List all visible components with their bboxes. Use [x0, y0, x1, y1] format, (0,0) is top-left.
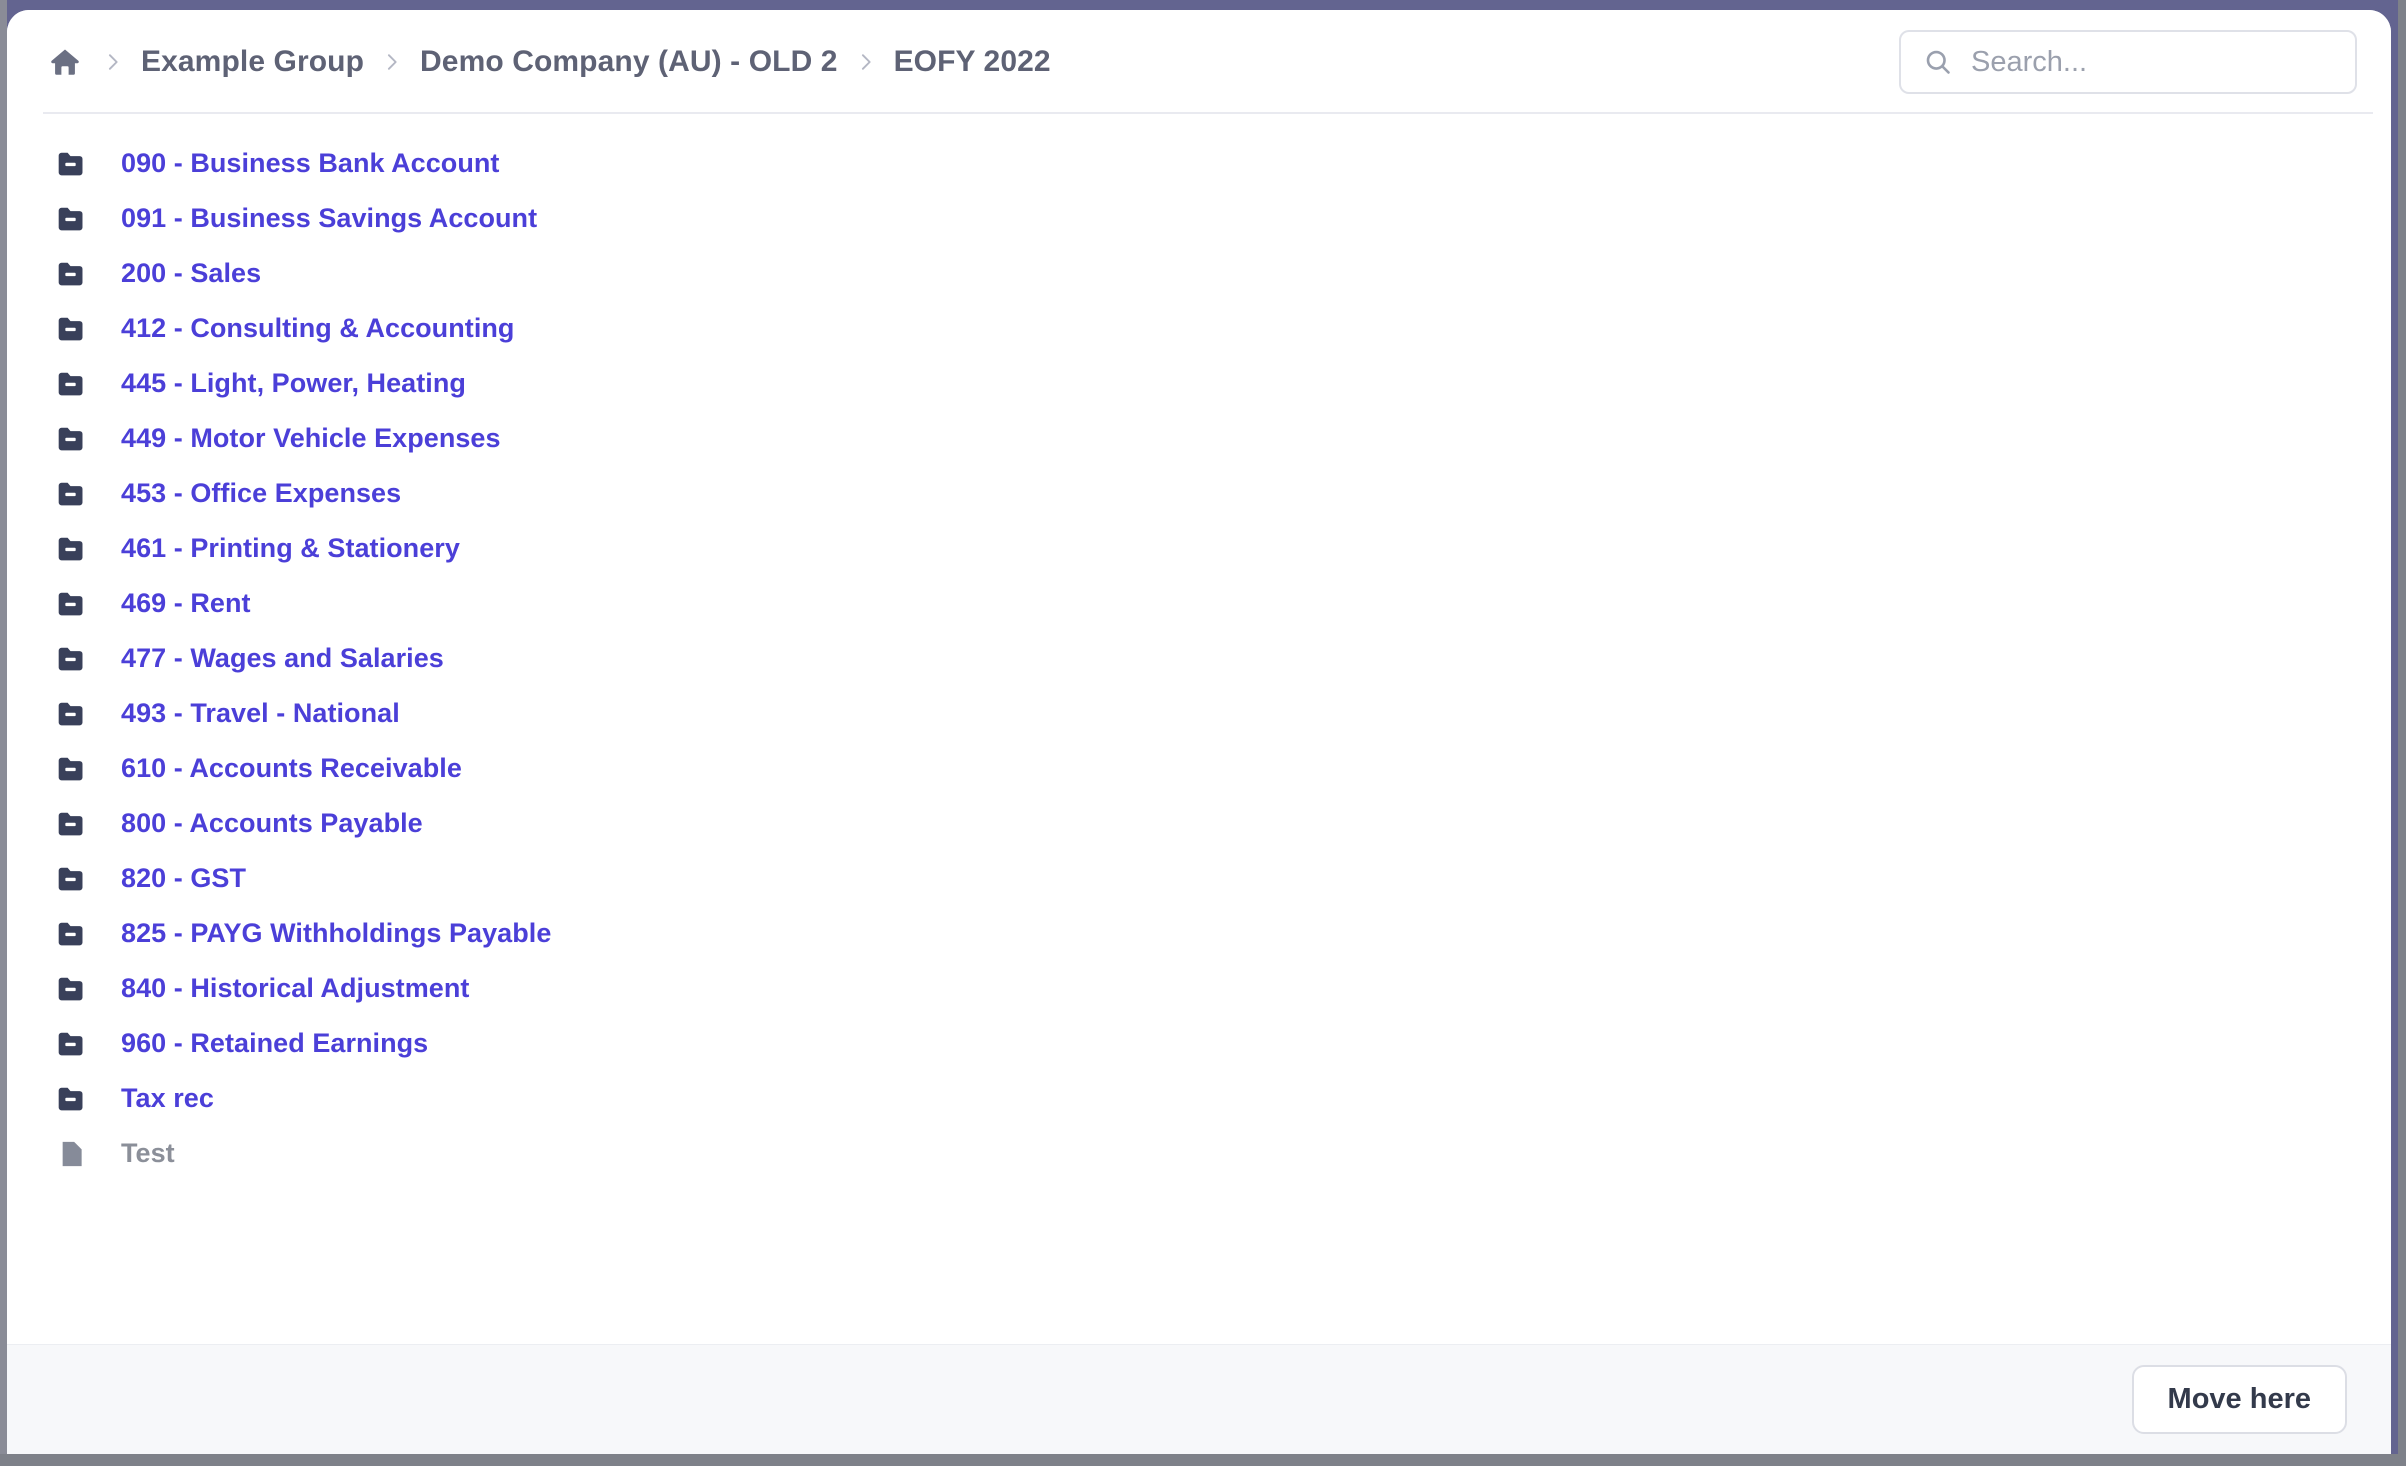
- list-item-label: 091 - Business Savings Account: [121, 203, 538, 233]
- list-item-label: 820 - GST: [121, 863, 246, 893]
- list-item: Test: [7, 1126, 2391, 1181]
- list-item[interactable]: 825 - PAYG Withholdings Payable: [7, 906, 2391, 961]
- window-frame-left: [0, 0, 7, 1454]
- list-item[interactable]: 449 - Motor Vehicle Expenses: [7, 411, 2391, 466]
- list-item-label: 445 - Light, Power, Heating: [121, 368, 466, 398]
- search-icon: [1923, 47, 1953, 77]
- file-icon: [55, 1137, 89, 1171]
- file-list-container: 090 - Business Bank Account 091 - Busines…: [7, 114, 2391, 1344]
- search-input[interactable]: [1971, 42, 2355, 82]
- list-item-label: 461 - Printing & Stationery: [121, 533, 460, 563]
- modal-header: Example Group Demo Company (AU) - OLD 2 …: [7, 10, 2391, 114]
- move-here-button[interactable]: Move here: [2131, 1365, 2347, 1434]
- list-item[interactable]: 800 - Accounts Payable: [7, 796, 2391, 851]
- list-item-label: Test: [121, 1138, 175, 1168]
- folder-icon: [55, 642, 89, 676]
- window-frame-bottom: [0, 1454, 2406, 1466]
- list-item-label: 800 - Accounts Payable: [121, 808, 423, 838]
- folder-icon: [55, 532, 89, 566]
- window-frame-right: [2398, 0, 2406, 1466]
- folder-icon: [55, 917, 89, 951]
- modal-footer: Move here: [7, 1344, 2391, 1454]
- folder-icon: [55, 807, 89, 841]
- list-item[interactable]: 610 - Accounts Receivable: [7, 741, 2391, 796]
- list-item-label: 840 - Historical Adjustment: [121, 973, 470, 1003]
- breadcrumb-item-demo-company[interactable]: Demo Company (AU) - OLD 2: [420, 45, 838, 79]
- header-divider: [43, 112, 2373, 114]
- breadcrumb-item-current: EOFY 2022: [893, 45, 1051, 78]
- list-item-label: Tax rec: [121, 1083, 214, 1113]
- list-item-label: 449 - Motor Vehicle Expenses: [121, 423, 501, 453]
- list-item-label: 477 - Wages and Salaries: [121, 643, 444, 673]
- list-item-label: 090 - Business Bank Account: [121, 148, 500, 178]
- folder-icon: [55, 147, 89, 181]
- list-item[interactable]: 469 - Rent: [7, 576, 2391, 631]
- list-item-label: 453 - Office Expenses: [121, 478, 402, 508]
- list-item-label: 610 - Accounts Receivable: [121, 753, 462, 783]
- list-item[interactable]: 412 - Consulting & Accounting: [7, 301, 2391, 356]
- breadcrumb: Example Group Demo Company (AU) - OLD 2 …: [31, 42, 1899, 82]
- folder-icon: [55, 972, 89, 1006]
- breadcrumb-item-example-group[interactable]: Example Group: [141, 45, 364, 79]
- list-item-label: 469 - Rent: [121, 588, 251, 618]
- folder-icon: [55, 862, 89, 896]
- list-item-label: 412 - Consulting & Accounting: [121, 313, 515, 343]
- breadcrumb-separator-0: [85, 42, 141, 82]
- home-icon[interactable]: [45, 42, 85, 82]
- list-item[interactable]: 090 - Business Bank Account: [7, 136, 2391, 191]
- list-item[interactable]: 445 - Light, Power, Heating: [7, 356, 2391, 411]
- list-item[interactable]: 820 - GST: [7, 851, 2391, 906]
- folder-icon: [55, 697, 89, 731]
- file-list: 090 - Business Bank Account 091 - Busines…: [7, 136, 2391, 1181]
- list-item[interactable]: 091 - Business Savings Account: [7, 191, 2391, 246]
- list-item-label: 825 - PAYG Withholdings Payable: [121, 918, 552, 948]
- folder-icon: [55, 422, 89, 456]
- list-item[interactable]: 960 - Retained Earnings: [7, 1016, 2391, 1071]
- list-item[interactable]: 200 - Sales: [7, 246, 2391, 301]
- folder-icon: [55, 367, 89, 401]
- list-item[interactable]: 461 - Printing & Stationery: [7, 521, 2391, 576]
- list-item-label: 960 - Retained Earnings: [121, 1028, 429, 1058]
- list-item-label: 200 - Sales: [121, 258, 262, 288]
- file-picker-modal: Example Group Demo Company (AU) - OLD 2 …: [7, 10, 2391, 1454]
- folder-icon: [55, 1027, 89, 1061]
- list-item[interactable]: 493 - Travel - National: [7, 686, 2391, 741]
- folder-icon: [55, 477, 89, 511]
- list-item[interactable]: 840 - Historical Adjustment: [7, 961, 2391, 1016]
- search-box[interactable]: [1899, 30, 2357, 94]
- folder-icon: [55, 312, 89, 346]
- folder-icon: [55, 1082, 89, 1116]
- list-item-label: 493 - Travel - National: [121, 698, 400, 728]
- folder-icon: [55, 587, 89, 621]
- folder-icon: [55, 257, 89, 291]
- list-item[interactable]: 453 - Office Expenses: [7, 466, 2391, 521]
- folder-icon: [55, 202, 89, 236]
- folder-icon: [55, 752, 89, 786]
- list-item[interactable]: Tax rec: [7, 1071, 2391, 1126]
- modal-backdrop: Example Group Demo Company (AU) - OLD 2 …: [0, 0, 2406, 1466]
- list-item[interactable]: 477 - Wages and Salaries: [7, 631, 2391, 686]
- breadcrumb-separator-2: [838, 42, 894, 82]
- breadcrumb-separator-1: [364, 42, 420, 82]
